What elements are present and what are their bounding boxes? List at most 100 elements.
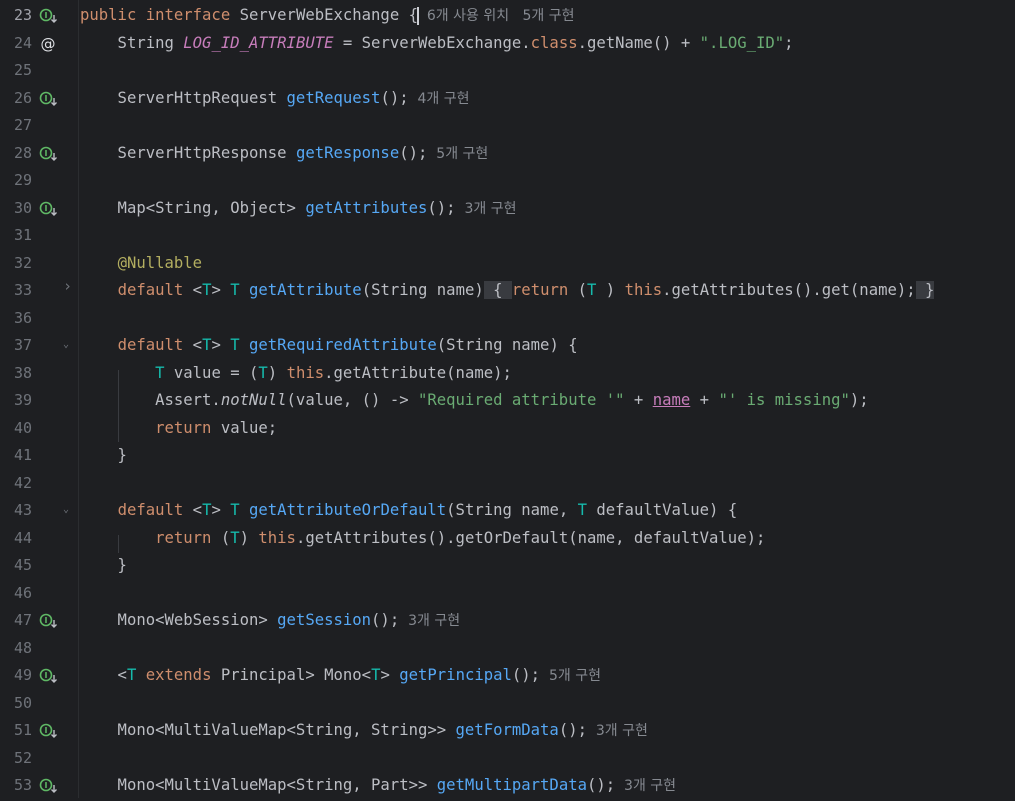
- code-text[interactable]: Mono<MultiValueMap<String, Part>> getMul…: [80, 772, 677, 801]
- code-line[interactable]: 26 I ServerHttpRequest getRequest(); 4개 구…: [0, 85, 1015, 113]
- code-text[interactable]: ServerHttpRequest getRequest(); 4개 구현: [80, 85, 470, 114]
- code-token: ();: [380, 88, 409, 107]
- implemented-icon[interactable]: I: [39, 667, 59, 685]
- code-text[interactable]: ServerHttpResponse getResponse(); 5개 구현: [80, 140, 489, 169]
- code-token: ();: [371, 611, 400, 629]
- indent-guide: [118, 370, 119, 442]
- code-token: getSession: [277, 611, 372, 629]
- implemented-icon[interactable]: I: [39, 777, 59, 795]
- code-line[interactable]: 45 }: [0, 552, 1015, 580]
- code-token: this: [286, 363, 325, 382]
- code-line[interactable]: 33 › default <T> T getAttribute(String na…: [0, 277, 1015, 305]
- code-token: LOG_ID_ATTRIBUTE: [183, 33, 334, 52]
- code-token: ();: [511, 666, 541, 684]
- code-text[interactable]: }: [80, 442, 127, 470]
- inlay-hint[interactable]: 4개 구현: [409, 91, 470, 107]
- code-token: <: [192, 336, 203, 354]
- code-text[interactable]: Map<String, Object> getAttributes(); 3개 …: [80, 195, 517, 224]
- code-line[interactable]: 53 I Mono<MultiValueMap<String, Part>> ge…: [0, 772, 1015, 800]
- inlay-hint[interactable]: 5개 구현: [427, 146, 488, 162]
- code-text[interactable]: String LOG_ID_ATTRIBUTE = ServerWebExcha…: [80, 30, 794, 58]
- code-line[interactable]: 42: [0, 470, 1015, 498]
- code-line[interactable]: 43 ⌄ default <T> T getAttributeOrDefault(…: [0, 497, 1015, 525]
- code-line[interactable]: 25: [0, 57, 1015, 85]
- code-line[interactable]: 37 ⌄ default <T> T getRequiredAttribute(S…: [0, 332, 1015, 360]
- implemented-icon[interactable]: I: [39, 90, 59, 108]
- code-line[interactable]: 47 I Mono<WebSession> getSession(); 3개 구현: [0, 607, 1015, 635]
- code-token: getAttributes: [305, 198, 428, 217]
- svg-text:@: @: [41, 35, 56, 53]
- code-line[interactable]: 36: [0, 305, 1015, 333]
- code-text[interactable]: default <T> T getAttribute(String name) …: [80, 277, 935, 305]
- code-token: T: [258, 363, 268, 382]
- code-token: this: [258, 528, 296, 547]
- code-token: T: [126, 666, 146, 684]
- code-line[interactable]: 23 Ipublic interface ServerWebExchange { …: [0, 2, 1015, 30]
- fold-collapse-icon[interactable]: ⌄: [63, 505, 73, 515]
- line-number: 40: [13, 418, 32, 437]
- code-text[interactable]: public interface ServerWebExchange { 6개 …: [80, 2, 574, 31]
- code-line[interactable]: 39 Assert.notNull(value, () -> "Required…: [0, 387, 1015, 415]
- implemented-icon[interactable]: I: [39, 7, 59, 25]
- folded-region[interactable]: }: [915, 281, 935, 299]
- code-line[interactable]: 29: [0, 167, 1015, 195]
- code-line[interactable]: 46: [0, 580, 1015, 608]
- inlay-hint[interactable]: 3개 구현: [456, 201, 516, 217]
- implemented-icon[interactable]: I: [39, 145, 59, 163]
- code-token: public: [80, 6, 146, 24]
- code-text[interactable]: return (T) this.getAttributes().getOrDef…: [80, 525, 765, 553]
- code-text[interactable]: return value;: [80, 415, 277, 443]
- at-annotation-icon[interactable]: @: [39, 35, 59, 53]
- code-text[interactable]: Assert.notNull(value, () -> "Required at…: [80, 387, 869, 415]
- inlay-hint[interactable]: 3개 구현: [587, 723, 648, 739]
- line-number: 53: [13, 776, 32, 794]
- code-text[interactable]: T value = (T) this.getAttribute(name);: [80, 360, 512, 388]
- implemented-icon[interactable]: I: [39, 612, 59, 630]
- code-line[interactable]: 50: [0, 690, 1015, 718]
- code-text[interactable]: @Nullable: [80, 250, 203, 278]
- code-line[interactable]: 52: [0, 745, 1015, 773]
- code-token: .getAttribute(name);: [324, 363, 512, 382]
- code-text[interactable]: }: [80, 552, 127, 580]
- inlay-hint[interactable]: 6개 사용 위치 5개 구현: [418, 8, 575, 24]
- line-number: 51: [13, 721, 32, 739]
- code-token: .getAttributes().get(name);: [662, 281, 916, 299]
- code-line[interactable]: 38 T value = (T) this.getAttribute(name)…: [0, 360, 1015, 388]
- code-line[interactable]: 24 @ String LOG_ID_ATTRIBUTE = ServerWebE…: [0, 30, 1015, 58]
- implemented-icon[interactable]: I: [39, 200, 59, 218]
- code-token: ): [596, 281, 625, 299]
- code-token: +: [690, 391, 719, 409]
- fold-expand-icon[interactable]: ›: [63, 279, 73, 294]
- code-line[interactable]: 32 @Nullable: [0, 250, 1015, 278]
- folded-region[interactable]: {: [483, 281, 512, 299]
- inlay-hint[interactable]: 3개 구현: [399, 613, 460, 629]
- code-token: getAttribute: [249, 281, 362, 299]
- code-token: (String name,: [446, 501, 578, 519]
- code-line[interactable]: 48: [0, 635, 1015, 663]
- code-line[interactable]: 31: [0, 222, 1015, 250]
- code-line[interactable]: 30 I Map<String, Object> getAttributes();…: [0, 195, 1015, 223]
- code-token: = ServerWebExchange.: [333, 33, 531, 52]
- implemented-icon[interactable]: I: [39, 722, 59, 740]
- code-line[interactable]: 51 I Mono<MultiValueMap<String, String>> …: [0, 717, 1015, 745]
- code-line[interactable]: 41 }: [0, 442, 1015, 470]
- code-line[interactable]: 28 I ServerHttpResponse getResponse(); 5개…: [0, 140, 1015, 168]
- code-token: notNull: [220, 391, 287, 409]
- code-text[interactable]: default <T> T getRequiredAttribute(Strin…: [80, 332, 578, 360]
- inlay-hint[interactable]: 3개 구현: [615, 778, 676, 794]
- code-token: @Nullable: [117, 253, 203, 272]
- code-text[interactable]: Mono<WebSession> getSession(); 3개 구현: [80, 607, 461, 636]
- inlay-hint[interactable]: 5개 구현: [540, 668, 601, 684]
- code-line[interactable]: 44 return (T) this.getAttributes().getOr…: [0, 525, 1015, 553]
- code-editor[interactable]: 23 Ipublic interface ServerWebExchange { …: [0, 0, 1015, 798]
- svg-text:I: I: [45, 149, 48, 158]
- fold-collapse-icon[interactable]: ⌄: [63, 340, 73, 350]
- code-line[interactable]: 49 I <T extends Principal> Mono<T> getPri…: [0, 662, 1015, 690]
- code-text[interactable]: Mono<MultiValueMap<String, String>> getF…: [80, 717, 648, 746]
- code-line[interactable]: 27: [0, 112, 1015, 140]
- line-number: 23: [13, 6, 32, 24]
- code-token: ServerWebExchange: [239, 6, 409, 24]
- code-line[interactable]: 40 return value;: [0, 415, 1015, 443]
- code-text[interactable]: default <T> T getAttributeOrDefault(Stri…: [80, 497, 738, 525]
- code-text[interactable]: <T extends Principal> Mono<T> getPrincip…: [80, 662, 601, 691]
